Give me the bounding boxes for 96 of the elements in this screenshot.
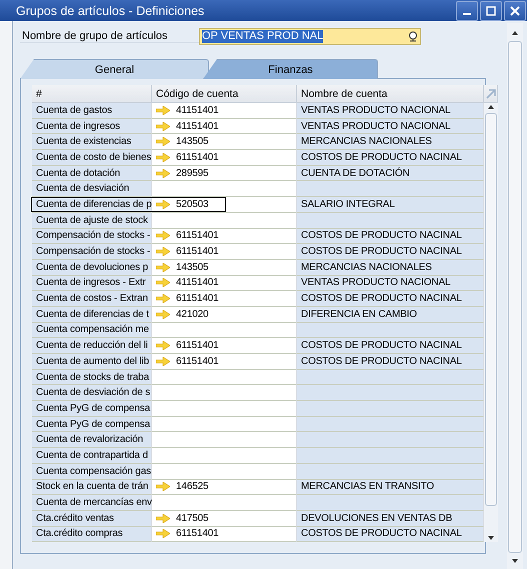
link-arrow-icon[interactable] bbox=[156, 247, 170, 256]
table-cell: 61151401 bbox=[152, 228, 297, 244]
table-cell: 41151401 bbox=[152, 118, 297, 134]
table-cell: 61151401 bbox=[152, 244, 297, 260]
table-cell: 417505 bbox=[152, 510, 297, 527]
table-cell: DIFERENCIA EN CAMBIO bbox=[297, 306, 484, 323]
table-cell: COSTOS DE PRODUCTO NACINAL bbox=[297, 291, 484, 307]
table-cell: 421020 bbox=[152, 306, 297, 323]
link-arrow-icon[interactable] bbox=[156, 262, 170, 272]
table-cell: COSTOS DE PRODUCTO NACINAL bbox=[297, 228, 484, 244]
table-cell: MERCANCIAS NACIONALES bbox=[297, 134, 484, 150]
column-header: Nombre de cuenta bbox=[297, 85, 484, 103]
item-group-name-field[interactable]: OP VENTAS PROD NAL bbox=[199, 28, 421, 45]
table-cell: 61151401 bbox=[152, 291, 297, 307]
table-cell: 41151401 bbox=[152, 276, 297, 292]
table-cell: 61151401 bbox=[152, 526, 297, 542]
table-cell: 520503 bbox=[152, 197, 297, 213]
table-cell: Cuenta de existencias bbox=[32, 134, 152, 150]
link-arrow-icon[interactable] bbox=[156, 529, 170, 538]
table-cell: Cuenta compensación me bbox=[32, 322, 152, 338]
table-cell: 41151401 bbox=[152, 103, 297, 119]
link-arrow-icon[interactable] bbox=[156, 294, 170, 304]
window-scrollbar[interactable] bbox=[507, 23, 523, 569]
link-arrow-icon[interactable] bbox=[156, 106, 170, 115]
table-cell: COSTOS DE PRODUCTO NACINAL bbox=[297, 526, 484, 542]
link-arrow-icon[interactable] bbox=[156, 231, 170, 240]
table-cell: COSTOS DE PRODUCTO NACINAL bbox=[297, 150, 484, 166]
table-cell: 61151401 bbox=[152, 354, 297, 370]
table-cell: Compensación de stocks - bbox=[32, 228, 152, 244]
link-arrow-icon[interactable] bbox=[156, 152, 170, 162]
close-icon[interactable] bbox=[510, 6, 520, 16]
link-arrow-icon[interactable] bbox=[156, 341, 170, 350]
table-cell: Cuenta de dotación bbox=[32, 166, 152, 182]
table-cell: VENTAS PRODUCTO NACIONAL bbox=[297, 118, 484, 134]
table-cell: SALARIO INTEGRAL bbox=[297, 197, 484, 213]
maximize-icon[interactable] bbox=[486, 6, 496, 16]
table-cell: Stock en la cuenta de trán bbox=[32, 480, 152, 496]
link-arrow-icon[interactable] bbox=[156, 356, 170, 366]
column-header: # bbox=[32, 85, 152, 103]
field-label: Nombre de grupo de artículos bbox=[20, 30, 199, 43]
table-cell: Cuenta de ajuste de stock bbox=[32, 212, 152, 228]
table-cell: COSTOS DE PRODUCTO NACINAL bbox=[297, 338, 484, 354]
table-cell: COSTOS DE PRODUCTO NACINAL bbox=[297, 244, 484, 260]
link-arrow-icon[interactable] bbox=[156, 482, 170, 492]
link-arrow-icon[interactable] bbox=[156, 122, 170, 131]
table-cell: Cuenta de reducción del li bbox=[32, 338, 152, 354]
table-cell: Cta.crédito ventas bbox=[32, 510, 152, 527]
link-arrow-icon[interactable] bbox=[156, 168, 170, 178]
maximize-button[interactable] bbox=[480, 0, 502, 20]
table-cell: VENTAS PRODUCTO NACIONAL bbox=[297, 276, 484, 292]
link-arrow-icon[interactable] bbox=[156, 310, 170, 319]
tab[interactable]: Finanzas bbox=[203, 59, 378, 79]
table-cell: Cuenta PyG de compensa bbox=[32, 401, 152, 417]
table-cell: CUENTA DE DOTACIÓN bbox=[297, 166, 484, 182]
table-cell: Cuenta PyG de compensa bbox=[32, 416, 152, 432]
table-cell: Cuenta de costo de bienes bbox=[32, 150, 152, 166]
globe-icon[interactable] bbox=[408, 31, 418, 42]
table-cell: 289595 bbox=[152, 166, 297, 182]
table-cell: Cta.crédito compras bbox=[32, 526, 152, 542]
table-cell: Cuenta de devoluciones p bbox=[32, 260, 152, 276]
table-cell: MERCANCIAS EN TRANSITO bbox=[297, 480, 484, 496]
link-arrow-icon[interactable] bbox=[156, 200, 170, 209]
link-arrow-icon[interactable] bbox=[156, 278, 170, 288]
table-cell: Cuenta de ingresos bbox=[32, 118, 152, 134]
table-cell: Cuenta de contrapartida d bbox=[32, 448, 152, 464]
table-cell: Cuenta de diferencias de t bbox=[32, 306, 152, 323]
table-cell: 143505 bbox=[152, 134, 297, 150]
table-cell: VENTAS PRODUCTO NACIONAL bbox=[297, 103, 484, 119]
close-button[interactable] bbox=[504, 0, 526, 20]
scroll-up-icon[interactable] bbox=[511, 29, 519, 37]
table-cell: Cuenta de stocks de traba bbox=[32, 370, 152, 386]
window-title: Grupos de artículos - Definiciones bbox=[16, 4, 204, 18]
table-cell: 146525 bbox=[152, 480, 297, 496]
tab[interactable]: General bbox=[20, 59, 209, 79]
table-cell: Cuenta de costos - Extran bbox=[32, 291, 152, 307]
table-cell: DEVOLUCIONES EN VENTAS DB bbox=[297, 510, 484, 527]
table-cell: Cuenta compensación gas bbox=[32, 464, 152, 480]
column-header: Código de cuenta bbox=[152, 85, 297, 103]
table-cell: 61151401 bbox=[152, 150, 297, 166]
table-cell: Cuenta de gastos bbox=[32, 103, 152, 119]
table-cell: 143505 bbox=[152, 260, 297, 276]
scroll-down-icon[interactable] bbox=[511, 557, 519, 565]
table-cell: Cuenta de aumento del lib bbox=[32, 354, 152, 370]
minimize-button[interactable] bbox=[456, 0, 478, 20]
table-cell: Cuenta de desviación bbox=[32, 181, 152, 198]
table-cell: Cuenta de revalorización bbox=[32, 432, 152, 448]
link-arrow-icon[interactable] bbox=[156, 514, 170, 523]
scrollbar[interactable] bbox=[484, 103, 498, 542]
table-cell: COSTOS DE PRODUCTO NACINAL bbox=[297, 354, 484, 370]
table-cell: Compensación de stocks - bbox=[32, 244, 152, 260]
table-cell: Cuenta de ingresos - Extr bbox=[32, 276, 152, 292]
table-cell: MERCANCIAS NACIONALES bbox=[297, 260, 484, 276]
table-cell: Cuenta de desviación de s bbox=[32, 385, 152, 402]
table-cell: 61151401 bbox=[152, 338, 297, 354]
link-arrow-icon[interactable] bbox=[156, 137, 170, 146]
table-cell: Cuenta de mercancías env bbox=[32, 495, 152, 511]
